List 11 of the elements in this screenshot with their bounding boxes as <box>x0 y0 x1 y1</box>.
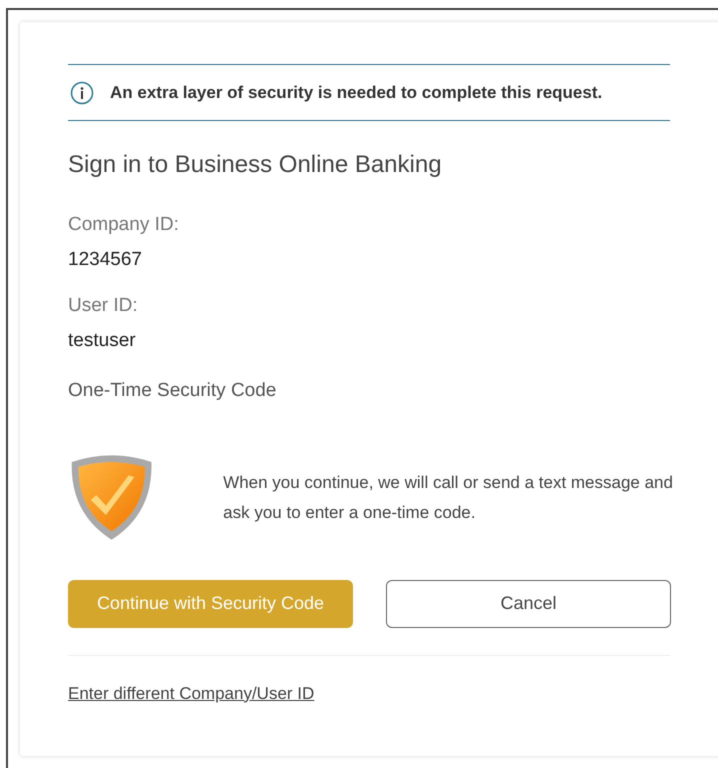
info-icon <box>70 80 94 104</box>
field-label: User ID: <box>68 294 139 318</box>
page-title: Sign in to Business Online Banking <box>68 150 443 180</box>
cancel-button[interactable]: Cancel <box>386 580 671 628</box>
section-heading: One-Time Security Code <box>68 379 278 403</box>
field-label: Company ID: <box>68 213 180 237</box>
field-value: 1234567 <box>68 248 143 272</box>
field-value: testuser <box>68 328 137 352</box>
notice-text: When you continue, we will call or send a text message and ask you to enter a one-time code. <box>223 472 674 524</box>
alert-message: An extra layer of security is needed to complete this request. <box>110 82 602 104</box>
change-id-link[interactable]: Enter different Company/User ID <box>68 684 314 702</box>
